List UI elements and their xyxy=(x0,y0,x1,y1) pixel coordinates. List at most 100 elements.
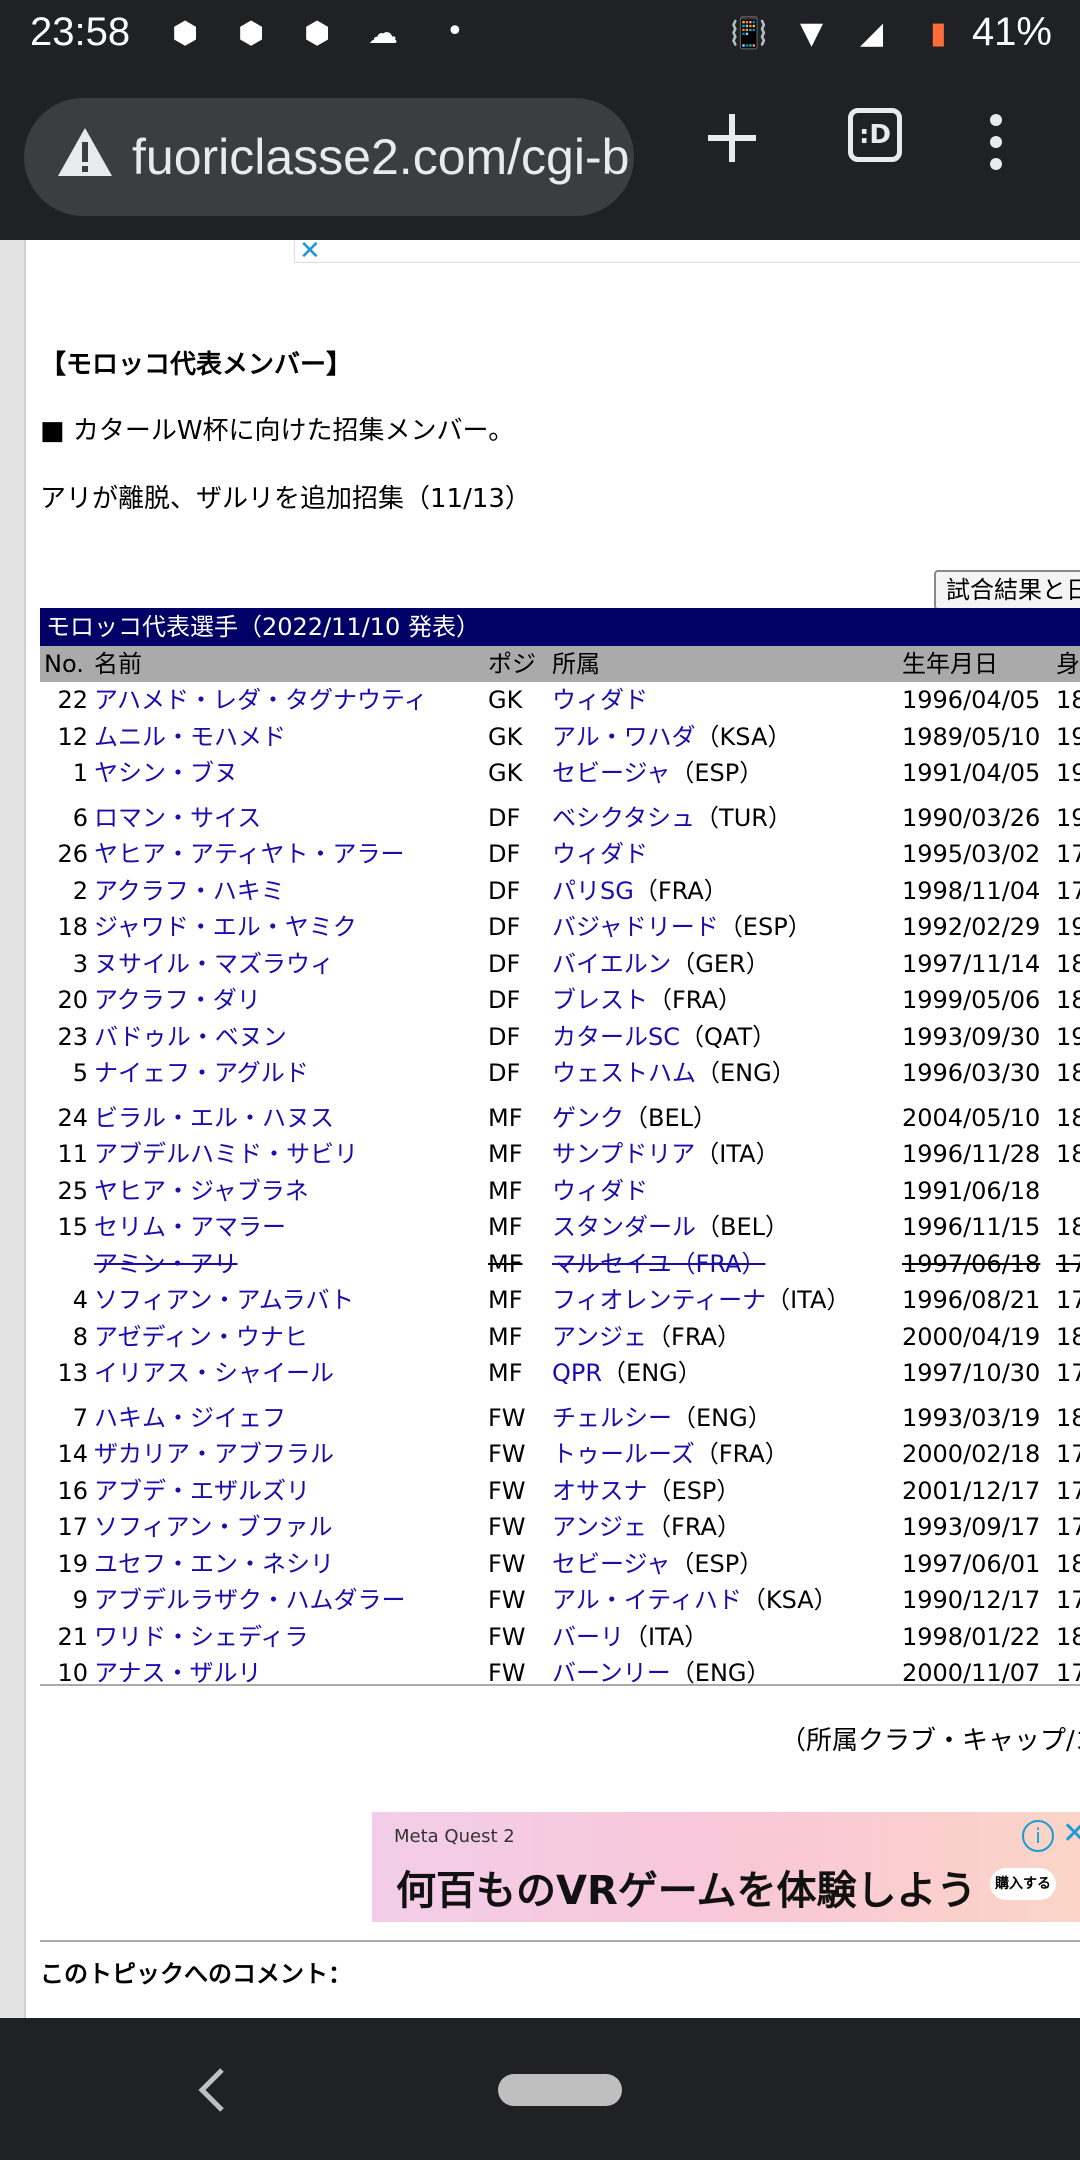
player-birthdate: 1996/04/05 xyxy=(902,686,1041,714)
player-club: セビージャ（ESP） xyxy=(552,1546,763,1582)
battery-percent: 41% xyxy=(971,10,1052,54)
player-position: DF xyxy=(488,1022,521,1051)
page-heading: 【モロッコ代表メンバー】 xyxy=(40,350,353,380)
match-results-button[interactable]: 試合結果と日 xyxy=(934,570,1080,610)
player-name-link[interactable]: アハメド・レダ・タグナウティ xyxy=(94,682,428,718)
club-country: （TUR） xyxy=(695,803,792,832)
club-link[interactable]: フィオレンティーナ xyxy=(552,1286,766,1314)
player-name-link[interactable]: アクラフ・ハキミ xyxy=(94,873,285,909)
club-link[interactable]: バイエルン xyxy=(552,950,671,978)
club-link[interactable]: セビージャ xyxy=(552,1550,670,1578)
table-row: 26 ヤヒア・アティヤト・アラー DF ウィダド 1995/03/02 17 xyxy=(40,836,1080,872)
url-bar[interactable]: fuoriclasse2.com/cgi-b xyxy=(24,98,634,216)
browser-toolbar: fuoriclasse2.com/cgi-b :D xyxy=(0,72,1080,240)
player-name-link[interactable]: ヤヒア・ジャブラネ xyxy=(94,1173,309,1209)
player-name-link[interactable]: アゼディン・ウナヒ xyxy=(94,1319,308,1355)
back-icon[interactable] xyxy=(196,2066,226,2114)
player-birthdate: 1996/03/30 xyxy=(902,1059,1041,1087)
player-number: 24 xyxy=(57,1103,88,1132)
club-link[interactable]: ウィダド xyxy=(552,686,648,714)
club-link[interactable]: アル・ワハダ xyxy=(552,723,696,751)
club-link[interactable]: ウィダド xyxy=(552,1177,648,1205)
player-number: 22 xyxy=(57,686,88,714)
player-name-link[interactable]: ワリド・シェディラ xyxy=(94,1619,308,1655)
player-name-link[interactable]: アミン・アリ xyxy=(94,1246,238,1282)
club-link[interactable]: アンジェ xyxy=(552,1513,647,1541)
club-link[interactable]: アル・イティハド xyxy=(552,1586,742,1614)
player-club: ウィダド xyxy=(552,1173,648,1209)
player-name-link[interactable]: ヤシン・ブヌ xyxy=(94,755,238,791)
club-link[interactable]: アンジェ xyxy=(552,1323,647,1351)
player-position: GK xyxy=(488,722,523,751)
tab-switcher-button[interactable]: :D xyxy=(848,108,902,162)
player-height: 19 xyxy=(1056,759,1080,787)
player-name-link[interactable]: ソフィアン・ブファル xyxy=(94,1509,333,1545)
club-link[interactable]: カタールSC xyxy=(552,1023,680,1051)
club-link[interactable]: スタンダール xyxy=(552,1213,696,1241)
player-name-link[interactable]: ビラル・エル・ハヌス xyxy=(94,1100,334,1136)
player-name-link[interactable]: ザカリア・アブフラル xyxy=(94,1436,334,1472)
player-name-link[interactable]: イリアス・シャイール xyxy=(94,1355,334,1391)
player-birthdate: 1997/06/18 xyxy=(902,1249,1041,1278)
vr-ad-banner[interactable]: Meta Quest 2 何百ものVRゲームを体験しよう 購入する i ✕ xyxy=(372,1812,1080,1922)
player-birthdate: 2001/12/17 xyxy=(902,1476,1041,1505)
player-position: MF xyxy=(488,1140,523,1168)
player-name-link[interactable]: ナイェフ・アグルド xyxy=(94,1055,309,1091)
player-birthdate: 1996/08/21 xyxy=(902,1286,1041,1314)
player-position: MF xyxy=(488,1103,523,1132)
player-name-link[interactable]: ヤヒア・アティヤト・アラー xyxy=(94,836,405,872)
player-club: ゲンク（BEL） xyxy=(552,1100,717,1136)
player-club: ウィダド xyxy=(552,836,648,872)
player-name-link[interactable]: ムニル・モハメド xyxy=(94,719,286,755)
club-link[interactable]: ベシクタシュ xyxy=(552,804,695,832)
club-link[interactable]: バーンリー xyxy=(552,1659,671,1687)
ad-close-icon[interactable]: ✕ xyxy=(1062,1816,1080,1851)
ad-info-icon[interactable]: i xyxy=(1022,1820,1054,1852)
club-link[interactable]: ブレスト xyxy=(552,986,648,1014)
notification-icon: ⬢ xyxy=(172,16,199,51)
club-link[interactable]: マルセイユ xyxy=(552,1250,672,1278)
table-row: 20 アクラフ・ダリ DF ブレスト（FRA） 1999/05/06 18 xyxy=(40,982,1080,1018)
ad-cta-button[interactable]: 購入する xyxy=(990,1868,1056,1900)
player-name-link[interactable]: ヌサイル・マズラウィ xyxy=(94,946,334,982)
club-link[interactable]: ウィダド xyxy=(552,840,648,868)
home-button[interactable] xyxy=(498,2074,622,2106)
player-name-link[interactable]: アブデ・エザルズリ xyxy=(94,1473,310,1509)
top-ad-banner[interactable]: ✕ xyxy=(294,240,1080,266)
player-birthdate: 1991/06/18 xyxy=(902,1176,1041,1205)
player-name-link[interactable]: セリム・アマラー xyxy=(94,1209,286,1245)
club-link[interactable]: ゲンク xyxy=(552,1104,624,1132)
player-number: 17 xyxy=(57,1513,88,1541)
club-link[interactable]: バーリ xyxy=(552,1623,624,1651)
club-country: （FRA） xyxy=(648,986,742,1014)
new-tab-icon[interactable] xyxy=(706,112,758,164)
club-link[interactable]: オサスナ xyxy=(552,1477,648,1505)
player-name-link[interactable]: バドゥル・ベヌン xyxy=(94,1019,287,1055)
player-number: 6 xyxy=(72,803,88,832)
player-position: FW xyxy=(488,1622,526,1651)
club-link[interactable]: パリSG xyxy=(552,877,634,905)
player-name-link[interactable]: ロマン・サイス xyxy=(94,800,261,836)
club-link[interactable]: ウェストハム xyxy=(552,1059,696,1087)
club-link[interactable]: トゥールーズ xyxy=(552,1440,695,1468)
player-number: 7 xyxy=(72,1403,88,1432)
player-name-link[interactable]: ソフィアン・アムラバト xyxy=(94,1282,354,1318)
player-name-link[interactable]: ジャワド・エル・ヤミク xyxy=(94,909,357,945)
club-link[interactable]: バジャドリード xyxy=(552,913,719,941)
club-link[interactable]: チェルシー xyxy=(552,1404,672,1432)
more-menu-icon[interactable] xyxy=(984,112,1008,172)
club-link[interactable]: サンプドリア xyxy=(552,1140,695,1168)
wifi-icon: ▼ xyxy=(800,16,824,51)
col-club: 所属 xyxy=(552,650,600,678)
player-name-link[interactable]: ユセフ・エン・ネシリ xyxy=(94,1546,334,1582)
ad-close-icon[interactable]: ✕ xyxy=(299,240,321,266)
table-row: 15 セリム・アマラー MF スタンダール（BEL） 1996/11/15 18 xyxy=(40,1209,1080,1245)
player-name-link[interactable]: アクラフ・ダリ xyxy=(94,982,261,1018)
player-birthdate: 1991/04/05 xyxy=(902,759,1041,787)
club-link[interactable]: QPR xyxy=(552,1359,602,1387)
club-country: （ESP） xyxy=(670,759,764,787)
player-name-link[interactable]: アブデルラザク・ハムダラー xyxy=(94,1582,406,1618)
player-name-link[interactable]: アブデルハミド・サビリ xyxy=(94,1136,358,1172)
club-link[interactable]: セビージャ xyxy=(552,759,670,787)
player-name-link[interactable]: ハキム・ジイェフ xyxy=(94,1400,286,1436)
